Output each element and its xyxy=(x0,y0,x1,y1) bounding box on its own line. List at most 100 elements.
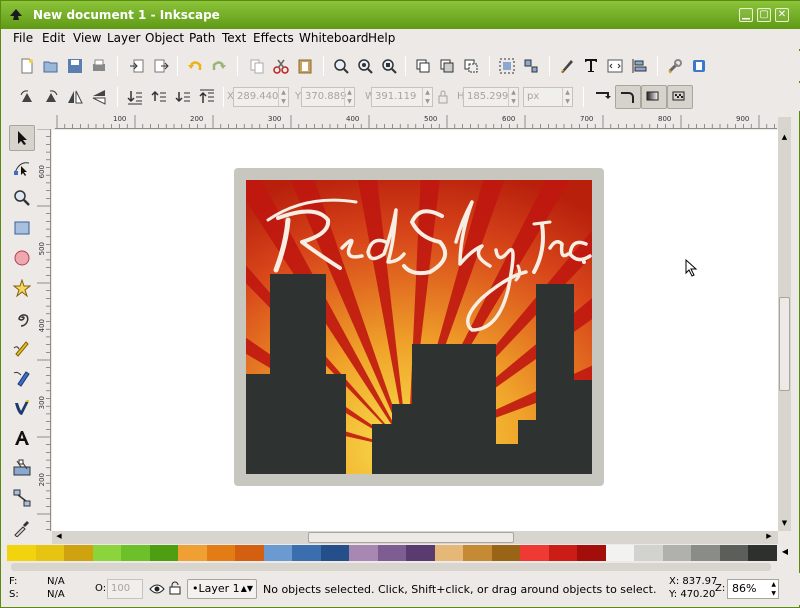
menu-text[interactable]: Text xyxy=(222,31,246,45)
palette-swatch[interactable] xyxy=(748,545,777,561)
undo-icon[interactable] xyxy=(187,58,203,74)
zoom-input[interactable]: 86% ▲ ▼ xyxy=(727,579,779,599)
document-properties-icon[interactable] xyxy=(691,58,707,74)
export-icon[interactable] xyxy=(153,58,169,74)
zoom-page-icon[interactable] xyxy=(381,58,397,74)
calligraphy-tool[interactable] xyxy=(9,395,35,421)
unit-select[interactable]: px ▲ ▼ xyxy=(523,87,573,107)
palette-swatch[interactable] xyxy=(634,545,663,561)
scroll-down-arrow-icon[interactable]: ▼ xyxy=(779,519,790,529)
zoom-selection-icon[interactable] xyxy=(333,58,349,74)
new-document-icon[interactable] xyxy=(19,58,35,74)
palette-swatch[interactable] xyxy=(548,545,578,561)
palette-swatch[interactable] xyxy=(605,545,635,561)
duplicate-icon[interactable] xyxy=(415,58,431,74)
red-sky-logo-artwork[interactable] xyxy=(234,168,604,486)
paste-icon[interactable] xyxy=(297,58,313,74)
palette-swatch[interactable] xyxy=(434,545,464,561)
spin-arrows-icon[interactable]: ▲ ▼ xyxy=(771,580,776,598)
h-input[interactable]: 185.299 ▲ ▼ xyxy=(463,87,519,107)
spin-arrows-icon[interactable]: ▲ ▼ xyxy=(508,88,518,106)
horizontal-scroll-thumb[interactable] xyxy=(308,532,514,543)
print-icon[interactable] xyxy=(91,58,107,74)
palette-swatch[interactable] xyxy=(377,545,407,561)
ungroup-icon[interactable] xyxy=(523,58,539,74)
scroll-right-arrow-icon[interactable]: ▶ xyxy=(764,532,774,543)
drawing-canvas[interactable] xyxy=(52,130,778,531)
horizontal-scrollbar[interactable]: ◀ ▶ xyxy=(52,531,778,544)
menu-effects[interactable]: Effects xyxy=(253,31,294,45)
palette-swatch[interactable] xyxy=(206,545,236,561)
unlink-clone-icon[interactable] xyxy=(463,58,479,74)
palette-swatch[interactable] xyxy=(235,545,264,561)
palette-swatch[interactable] xyxy=(263,545,293,561)
x-input[interactable]: 289.440 ▲ ▼ xyxy=(233,87,289,107)
dropper-tool[interactable] xyxy=(9,515,35,541)
palette-swatch[interactable] xyxy=(64,545,93,561)
spiral-tool[interactable] xyxy=(9,305,35,331)
ellipse-tool[interactable] xyxy=(9,245,35,271)
scroll-left-arrow-icon[interactable]: ◀ xyxy=(54,532,64,543)
lock-ratio-icon[interactable] xyxy=(435,89,451,105)
flip-vertical-icon[interactable] xyxy=(91,89,107,105)
group-icon[interactable] xyxy=(499,58,515,74)
palette-swatch[interactable] xyxy=(577,545,606,561)
palette-swatch[interactable] xyxy=(178,545,207,561)
selector-tool[interactable] xyxy=(9,125,35,151)
raise-icon[interactable] xyxy=(151,89,167,105)
pencil-tool[interactable] xyxy=(9,335,35,361)
menu-whiteboard[interactable]: Whiteboard xyxy=(299,31,369,45)
rotate-cw-icon[interactable] xyxy=(43,89,59,105)
palette-swatch[interactable] xyxy=(463,545,492,561)
vertical-scrollbar[interactable]: ▲ ▼ xyxy=(778,117,791,531)
open-document-icon[interactable] xyxy=(43,58,59,74)
move-gradients-toggle[interactable] xyxy=(641,85,667,109)
palette-swatch[interactable] xyxy=(7,545,36,561)
rectangle-tool[interactable] xyxy=(9,215,35,241)
pen-tool[interactable] xyxy=(9,365,35,391)
palette-scrollbar[interactable] xyxy=(11,563,771,571)
palette-menu-arrow-icon[interactable]: ◀ xyxy=(779,547,791,559)
palette-swatch[interactable] xyxy=(292,545,321,561)
minimize-button[interactable]: ▁ xyxy=(739,8,753,22)
save-document-icon[interactable] xyxy=(67,58,83,74)
raise-to-top-icon[interactable] xyxy=(199,89,215,105)
menu-edit[interactable]: Edit xyxy=(42,31,65,45)
flip-horizontal-icon[interactable] xyxy=(67,89,83,105)
palette-swatch[interactable] xyxy=(691,545,720,561)
vertical-scroll-thumb[interactable] xyxy=(779,297,790,391)
palette-swatch[interactable] xyxy=(520,545,549,561)
palette-swatch[interactable] xyxy=(662,545,692,561)
layer-lock-icon[interactable] xyxy=(169,581,181,595)
scroll-up-arrow-icon[interactable]: ▲ xyxy=(779,133,790,143)
connector-tool[interactable] xyxy=(9,485,35,511)
fill-indicator[interactable]: N/A xyxy=(47,576,65,587)
palette-swatch[interactable] xyxy=(35,545,65,561)
palette-swatch[interactable] xyxy=(149,545,179,561)
lower-to-bottom-icon[interactable] xyxy=(127,89,143,105)
palette-swatch[interactable] xyxy=(92,545,122,561)
zoom-tool[interactable] xyxy=(9,185,35,211)
menu-layer[interactable]: Layer xyxy=(107,31,140,45)
node-tool[interactable] xyxy=(9,155,35,181)
palette-swatch[interactable] xyxy=(349,545,378,561)
w-input[interactable]: 391.119 ▲ ▼ xyxy=(371,87,433,107)
palette-swatch[interactable] xyxy=(719,545,749,561)
layer-select[interactable]: •Layer 1 ▲▼ xyxy=(187,579,257,599)
spin-arrows-icon[interactable]: ▲ ▼ xyxy=(278,88,288,106)
text-tool[interactable] xyxy=(9,425,35,451)
copy-icon[interactable] xyxy=(249,58,265,74)
stroke-indicator[interactable]: N/A xyxy=(47,589,65,600)
rotate-ccw-icon[interactable] xyxy=(19,89,35,105)
move-patterns-toggle[interactable] xyxy=(667,85,693,109)
spin-arrows-icon[interactable]: ▲ ▼ xyxy=(422,88,432,106)
xml-editor-icon[interactable] xyxy=(607,58,623,74)
import-icon[interactable] xyxy=(129,58,145,74)
clone-icon[interactable] xyxy=(439,58,455,74)
palette-swatch[interactable] xyxy=(406,545,435,561)
lower-icon[interactable] xyxy=(175,89,191,105)
redo-icon[interactable] xyxy=(211,58,227,74)
palette-swatch[interactable] xyxy=(491,545,521,561)
text-font-icon[interactable] xyxy=(583,57,599,73)
scale-corners-toggle[interactable] xyxy=(615,85,641,109)
